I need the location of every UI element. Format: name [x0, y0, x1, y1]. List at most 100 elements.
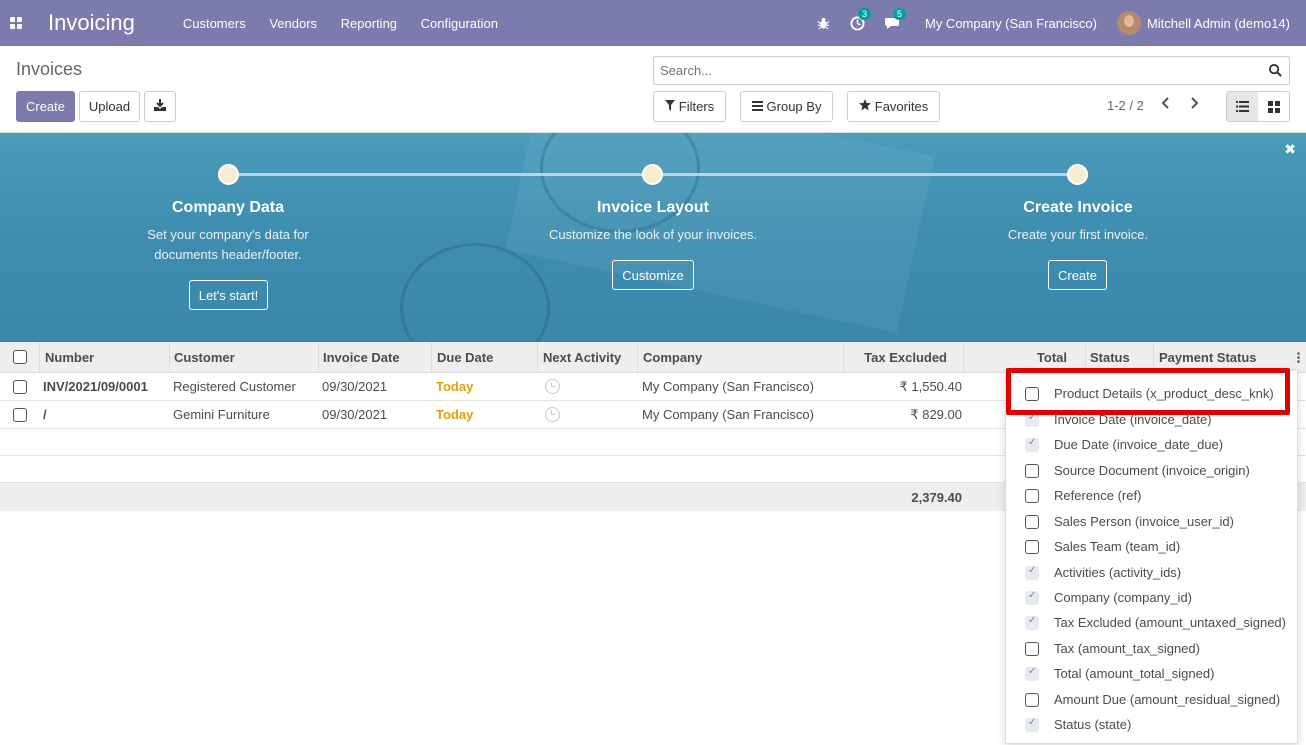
optional-column-item[interactable]: Due Date (invoice_date_due) — [1006, 432, 1299, 457]
cell-due-date: Today — [436, 407, 474, 422]
menu-customers[interactable]: Customers — [183, 16, 246, 31]
select-all-checkbox[interactable] — [12, 350, 27, 364]
kanban-view-icon[interactable] — [1258, 92, 1289, 121]
menu-reporting[interactable]: Reporting — [341, 16, 397, 31]
column-checkbox[interactable] — [1025, 488, 1039, 503]
download-button[interactable] — [144, 91, 176, 122]
row-checkbox[interactable] — [13, 379, 27, 394]
column-checkbox[interactable] — [1025, 437, 1039, 452]
optional-column-label: Source Document (invoice_origin) — [1054, 463, 1250, 478]
groupby-button[interactable]: Group By — [740, 91, 833, 122]
pager-next-icon[interactable] — [1189, 96, 1199, 114]
download-icon — [154, 99, 166, 114]
banner-decoration — [400, 243, 550, 342]
step-description: Customize the look of your invoices. — [548, 227, 758, 242]
footer-total: 2,379.40 — [911, 489, 962, 505]
optional-column-item[interactable]: Source Document (invoice_origin) — [1006, 458, 1299, 483]
step-invoice-layout: Invoice Layout Customize the look of you… — [523, 199, 783, 245]
step-title: Invoice Layout — [596, 199, 710, 216]
top-navbar: Invoicing Customers Vendors Reporting Co… — [0, 0, 1306, 46]
favorites-button[interactable]: Favorites — [847, 91, 940, 122]
user-menu[interactable]: Mitchell Admin (demo14) — [1116, 11, 1290, 35]
column-checkbox[interactable] — [1025, 565, 1039, 580]
column-customer[interactable]: Customer — [170, 342, 319, 372]
optional-column-item[interactable]: Reference (ref) — [1006, 483, 1299, 508]
bars-icon — [751, 99, 763, 114]
close-icon[interactable]: ✖ — [1284, 141, 1296, 158]
column-next-activity[interactable]: Next Activity — [538, 342, 638, 372]
column-checkbox[interactable] — [1025, 692, 1039, 707]
optional-column-item[interactable]: Sales Team (team_id) — [1006, 534, 1299, 559]
debug-bug-icon[interactable] — [817, 17, 830, 30]
filter-icon — [664, 99, 675, 114]
optional-column-item[interactable]: Activities (activity_ids) — [1006, 560, 1299, 585]
column-number[interactable]: Number — [40, 342, 170, 372]
column-checkbox[interactable] — [1025, 539, 1039, 554]
column-checkbox[interactable] — [1025, 615, 1039, 630]
cell-invoice-date: 09/30/2021 — [322, 407, 388, 422]
column-checkbox[interactable] — [1025, 590, 1039, 605]
menu-vendors[interactable]: Vendors — [269, 16, 317, 31]
step-title: Create Invoice — [1023, 199, 1133, 216]
search-icon[interactable] — [1261, 64, 1289, 77]
app-title[interactable]: Invoicing — [48, 10, 135, 36]
filters-button[interactable]: Filters — [653, 91, 726, 122]
menu-configuration[interactable]: Configuration — [421, 16, 498, 31]
optional-column-item[interactable]: Tax (amount_tax_signed) — [1006, 636, 1299, 661]
optional-column-label: Sales Person (invoice_user_id) — [1054, 514, 1234, 529]
optional-columns-dropdown: Product Details (x_product_desc_knk) Inv… — [1005, 370, 1298, 744]
groupby-label: Group By — [766, 99, 822, 114]
step-create-invoice: Create Invoice Create your first invoice… — [968, 199, 1188, 245]
upload-button[interactable]: Upload — [79, 91, 140, 122]
optional-column-item[interactable]: Amount Due (amount_residual_signed) — [1006, 687, 1299, 712]
activities-clock-icon[interactable]: 3 — [850, 7, 871, 31]
optional-column-label: Due Date (invoice_date_due) — [1054, 437, 1224, 452]
cell-company: My Company (San Francisco) — [642, 407, 814, 422]
avatar — [1116, 11, 1141, 35]
create-button[interactable]: Create — [16, 91, 75, 122]
create-invoice-button[interactable]: Create — [1048, 260, 1107, 290]
star-icon — [858, 99, 871, 114]
activity-clock-icon[interactable] — [545, 401, 560, 428]
optional-column-label: Sales Team (team_id) — [1054, 539, 1181, 554]
cell-company: My Company (San Francisco) — [642, 379, 814, 394]
onboarding-banner: ✖ Company Data Set your company's data f… — [0, 133, 1306, 342]
row-select-cell — [0, 373, 40, 400]
customize-button[interactable]: Customize — [612, 260, 694, 290]
column-due-date[interactable]: Due Date — [432, 342, 538, 372]
lets-start-button[interactable]: Let's start! — [189, 280, 268, 310]
activity-clock-icon[interactable] — [545, 373, 560, 400]
list-view-icon[interactable] — [1227, 92, 1258, 121]
column-invoice-date[interactable]: Invoice Date — [319, 342, 432, 372]
optional-column-item[interactable]: Total (amount_total_signed) — [1006, 661, 1299, 686]
column-checkbox[interactable] — [1025, 514, 1039, 529]
optional-column-item[interactable]: Company (company_id) — [1006, 585, 1299, 610]
user-name: Mitchell Admin (demo14) — [1146, 15, 1290, 31]
messages-chat-icon[interactable]: 5 — [884, 8, 906, 30]
column-checkbox[interactable] — [1025, 463, 1039, 478]
cell-customer: Gemini Furniture — [173, 407, 270, 422]
column-tax-excluded[interactable]: Tax Excluded — [844, 342, 964, 372]
optional-column-item[interactable]: Tax Excluded (amount_untaxed_signed) — [1006, 610, 1299, 635]
optional-column-item[interactable]: Sales Person (invoice_user_id) — [1006, 509, 1299, 534]
row-checkbox[interactable] — [13, 407, 27, 422]
optional-columns-toggle-icon[interactable] — [1290, 342, 1306, 372]
company-switcher[interactable]: My Company (San Francisco) — [925, 16, 1097, 31]
page-title: Invoices — [16, 59, 83, 79]
cell-number: / — [43, 407, 47, 422]
message-count-badge: 5 — [892, 8, 906, 20]
cell-invoice-date: 09/30/2021 — [322, 379, 388, 394]
column-checkbox[interactable] — [1025, 666, 1039, 681]
pager-value[interactable]: 1-2 / 2 — [1107, 98, 1144, 113]
select-all-cell — [0, 342, 40, 372]
apps-menu-icon[interactable] — [0, 0, 32, 46]
column-checkbox[interactable] — [1025, 641, 1039, 656]
optional-column-item[interactable]: Status (state) — [1006, 712, 1299, 737]
highlight-box — [1006, 368, 1290, 415]
search-input[interactable] — [660, 63, 1261, 78]
pager-previous-icon[interactable] — [1161, 96, 1171, 114]
optional-column-label: Total (amount_total_signed) — [1054, 666, 1215, 681]
step-description: Create your first invoice. — [1007, 227, 1149, 242]
column-checkbox[interactable] — [1025, 717, 1039, 732]
column-company[interactable]: Company — [638, 342, 844, 372]
